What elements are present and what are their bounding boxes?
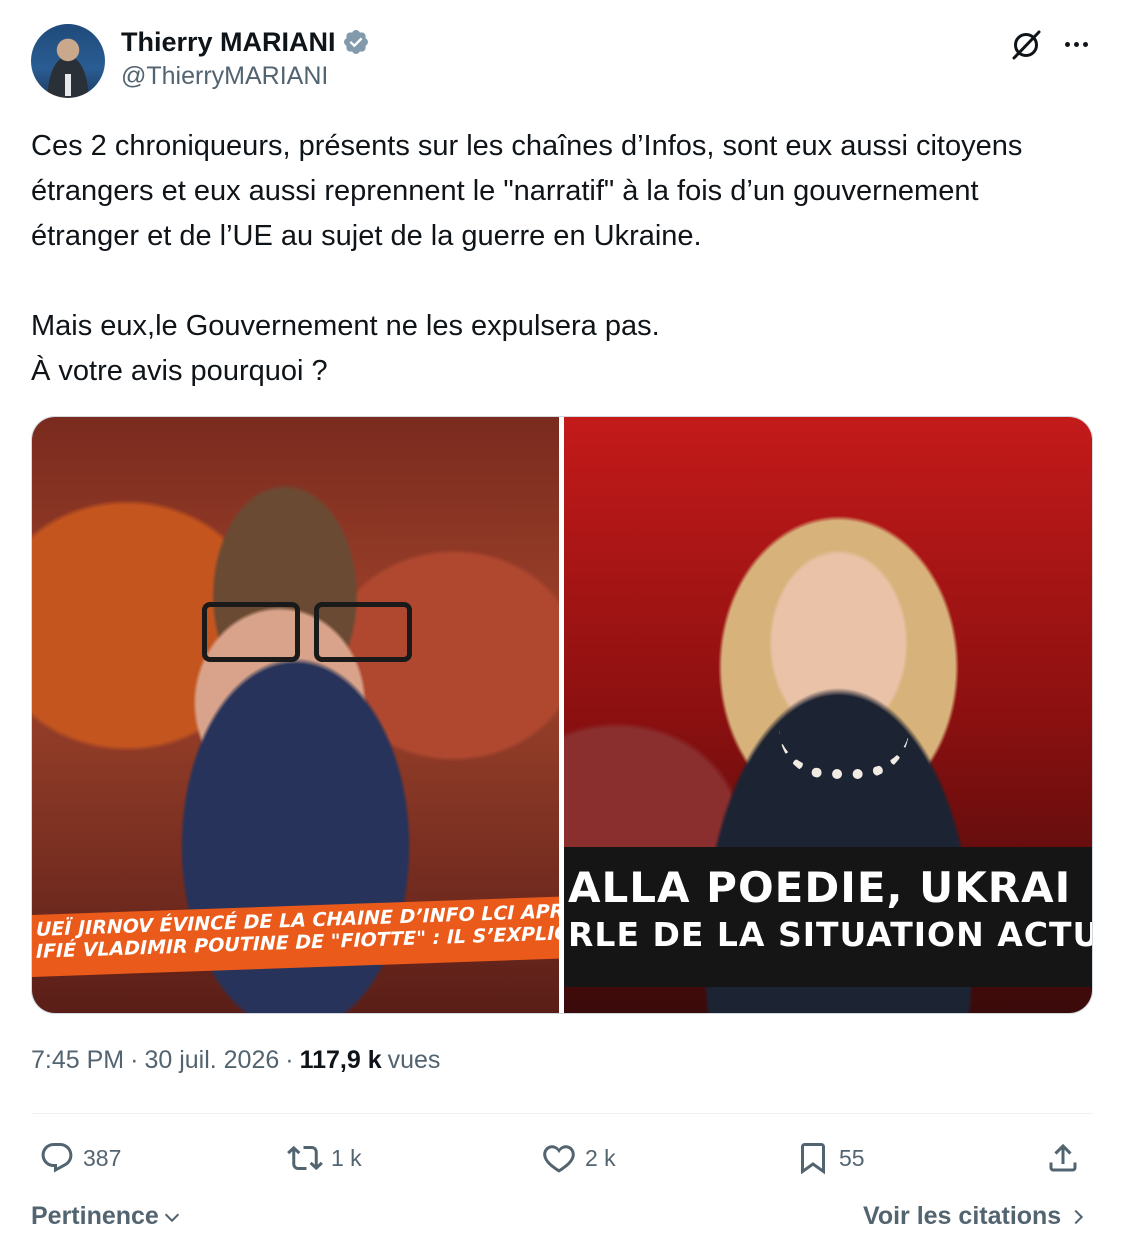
quotes-label: Voir les citations [863,1202,1062,1230]
tweet-text: Ces 2 chroniqueurs, présents sur les cha… [31,124,1091,394]
tweet-meta: 7:45 PM · 30 juil. 2026 · 117,9 k vues [31,1046,440,1075]
right-tv-banner: ALLA POEDIE, UKRAI RLE DE LA SITUATION A… [564,847,1092,987]
meta-separator: · [130,1046,139,1074]
right-banner-line-2: RLE DE LA SITUATION ACTUEL [568,915,1092,954]
glasses-decoration [202,602,412,662]
repost-count: 1 k [331,1144,362,1171]
chevron-right-icon [1074,1209,1084,1224]
like-button[interactable]: 2 k [541,1136,616,1180]
bookmark-icon [801,1143,825,1175]
tweet-date[interactable]: 30 juil. 2026 [144,1046,279,1075]
author-display-name[interactable]: Thierry MARIANI [121,27,336,58]
right-banner-line-1: ALLA POEDIE, UKRAI [568,863,1072,912]
repost-button[interactable]: 1 k [287,1136,362,1180]
reply-button[interactable]: 387 [39,1136,121,1180]
reply-icon [41,1143,73,1173]
necklace-decoration [779,729,909,779]
photo-left[interactable]: UEÏ JIRNOV ÉVINCÉ DE LA CHAINE D’INFO LC… [32,417,559,1013]
views-count: 117,9 k [299,1046,382,1074]
avatar[interactable] [31,24,105,98]
chevron-down-icon [164,1213,179,1222]
tweet-paragraph-2: Mais eux,le Gouvernement ne les expulser… [31,310,660,387]
bookmark-button[interactable]: 55 [795,1136,865,1180]
view-quotes-link[interactable]: Voir les citations [863,1202,1089,1231]
sort-label: Pertinence [31,1202,159,1230]
sort-dropdown[interactable]: Pertinence [31,1202,183,1231]
repost-icon [287,1145,323,1171]
action-bar: 387 1 k 2 k 55 [31,1136,1093,1180]
verified-badge-icon[interactable] [342,28,370,56]
tweet-media: UEÏ JIRNOV ÉVINCÉ DE LA CHAINE D’INFO LC… [31,416,1093,1014]
share-icon [1049,1143,1077,1172]
tweet-time[interactable]: 7:45 PM [31,1046,124,1075]
tweet-paragraph-1: Ces 2 chroniqueurs, présents sur les cha… [31,130,1031,252]
share-button[interactable] [1045,1136,1081,1180]
author-handle[interactable]: @ThierryMARIANI [121,62,328,91]
left-tv-banner: UEÏ JIRNOV ÉVINCÉ DE LA CHAINE D’INFO LC… [32,896,559,977]
views-label: vues [387,1046,441,1074]
tweet-header: Thierry MARIANI @ThierryMARIANI [0,0,1123,110]
like-count: 2 k [585,1144,616,1171]
bookmark-count: 55 [839,1144,865,1171]
reply-count: 387 [83,1144,122,1171]
like-icon [543,1145,575,1173]
photo-right[interactable]: ALLA POEDIE, UKRAI RLE DE LA SITUATION A… [564,417,1092,1013]
grok-icon[interactable] [1006,24,1046,64]
meta-separator: · [285,1046,294,1074]
author-name-row: Thierry MARIANI [121,26,370,58]
divider [31,1113,1093,1114]
more-icon[interactable] [1056,24,1096,64]
